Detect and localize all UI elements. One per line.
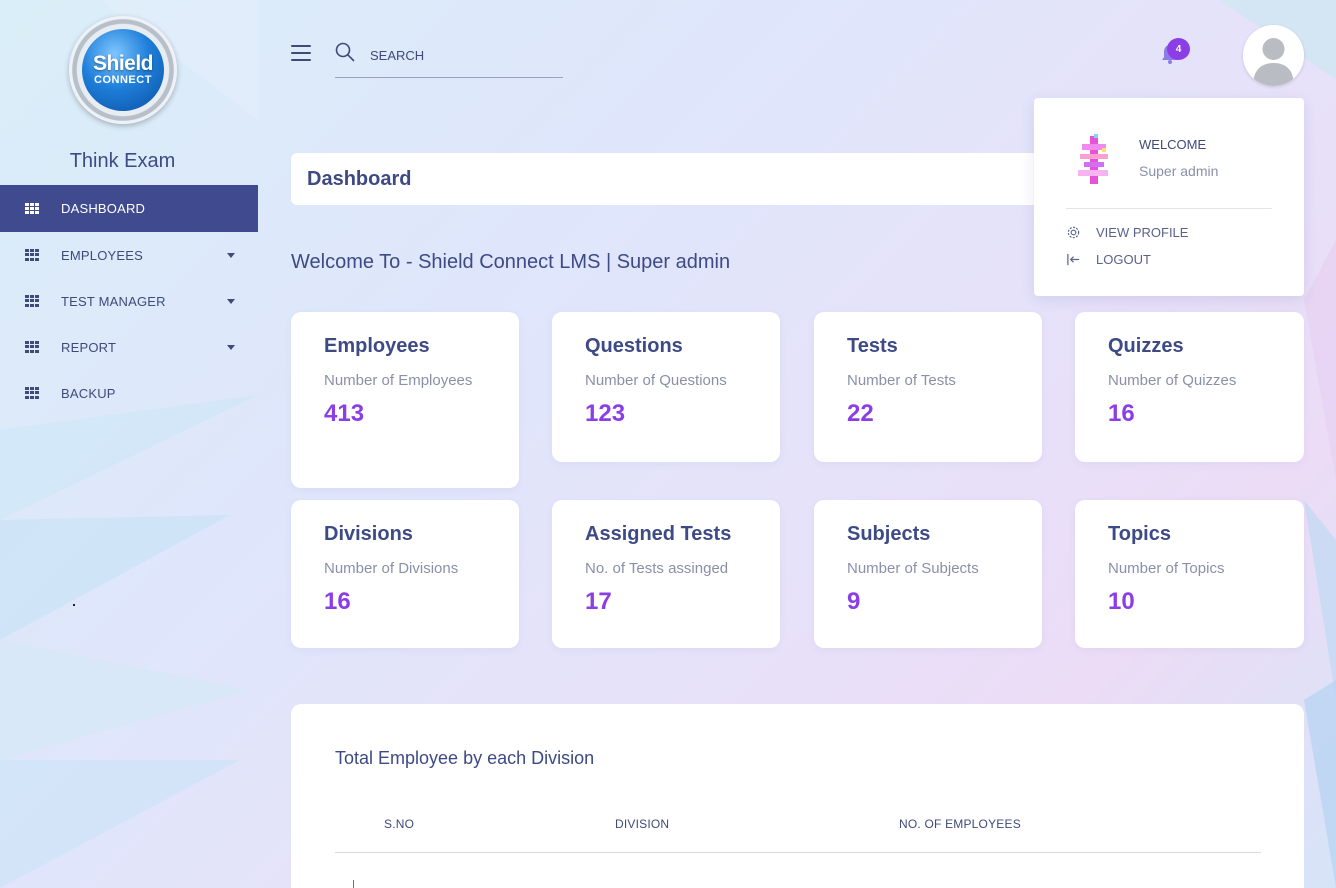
table-title: Total Employee by each Division bbox=[335, 748, 595, 768]
card-subtitle: Number of Divisions bbox=[324, 560, 459, 577]
card-subtitle: Number of Quizzes bbox=[1108, 372, 1237, 389]
stat-card-employees[interactable]: Employees Number of Employees 413 bbox=[291, 312, 519, 488]
logo-emblem: Shield CONNECT bbox=[82, 29, 164, 111]
sidebar-item-label: DASHBOARD bbox=[61, 201, 146, 216]
card-title: Questions bbox=[585, 335, 683, 357]
card-value: 123 bbox=[585, 400, 626, 427]
user-avatar[interactable] bbox=[1243, 25, 1304, 86]
welcome-message: Welcome To - Shield Connect LMS | Super … bbox=[291, 251, 731, 273]
caret-down-icon bbox=[227, 344, 235, 350]
search-box bbox=[335, 40, 563, 78]
sidebar-item-test-manager[interactable]: TEST MANAGER bbox=[0, 278, 258, 324]
card-title: Divisions bbox=[324, 523, 413, 545]
sidebar-item-label: REPORT bbox=[61, 339, 117, 355]
sidebar-item-report[interactable]: REPORT bbox=[0, 324, 258, 370]
notification-badge[interactable]: 4 bbox=[1167, 38, 1190, 60]
card-value: 17 bbox=[585, 588, 612, 615]
shield-connect-logo[interactable]: Shield CONNECT bbox=[69, 16, 177, 124]
stat-card-subjects[interactable]: Subjects Number of Subjects 9 bbox=[814, 500, 1042, 648]
column-header-division[interactable]: DIVISION bbox=[615, 817, 669, 831]
sidebar-item-label: BACKUP bbox=[61, 385, 116, 401]
card-value: 9 bbox=[847, 588, 861, 615]
grid-icon bbox=[25, 295, 39, 307]
card-subtitle: Number of Employees bbox=[324, 372, 473, 389]
column-header-employee-count[interactable]: NO. OF EMPLOYEES bbox=[899, 817, 1021, 831]
card-subtitle: Number of Questions bbox=[585, 372, 727, 389]
view-profile-label: VIEW PROFILE bbox=[1096, 225, 1189, 240]
card-value: 16 bbox=[324, 588, 351, 615]
card-value: 10 bbox=[1108, 588, 1135, 615]
card-title: Topics bbox=[1108, 523, 1171, 545]
stat-card-quizzes[interactable]: Quizzes Number of Quizzes 16 bbox=[1075, 312, 1304, 462]
card-title: Employees bbox=[324, 335, 430, 357]
profile-welcome: WELCOME bbox=[1139, 137, 1207, 152]
profile-avatar-icon bbox=[1078, 134, 1108, 184]
gear-icon bbox=[1067, 226, 1080, 239]
caret-down-icon bbox=[227, 298, 235, 304]
division-table-card: Total Employee by each Division S.NO DIV… bbox=[291, 704, 1304, 888]
logout-label: LOGOUT bbox=[1096, 252, 1151, 267]
sidebar-nav: DASHBOARD EMPLOYEES TEST MANAGER REPORT … bbox=[0, 185, 258, 416]
stat-card-assigned-tests[interactable]: Assigned Tests No. of Tests assinged 17 bbox=[552, 500, 780, 648]
sidebar-item-label: EMPLOYEES bbox=[61, 247, 143, 263]
profile-user-name: Super admin bbox=[1139, 163, 1219, 179]
card-title: Subjects bbox=[847, 523, 931, 545]
table-row-edge bbox=[353, 880, 354, 888]
card-value: 16 bbox=[1108, 400, 1135, 427]
menu-toggle-icon[interactable] bbox=[291, 45, 311, 61]
search-icon[interactable] bbox=[335, 42, 355, 62]
grid-icon bbox=[25, 341, 39, 353]
card-title: Tests bbox=[847, 335, 898, 357]
logout-link[interactable]: LOGOUT bbox=[1066, 252, 1151, 267]
card-subtitle: Number of Tests bbox=[847, 372, 956, 389]
stat-card-divisions[interactable]: Divisions Number of Divisions 16 bbox=[291, 500, 519, 648]
sidebar-item-backup[interactable]: BACKUP bbox=[0, 370, 258, 416]
sidebar-item-label: TEST MANAGER bbox=[61, 293, 166, 309]
card-value: 413 bbox=[324, 400, 365, 427]
logo-text-line2: CONNECT bbox=[94, 73, 152, 86]
page-title: Dashboard bbox=[307, 167, 412, 190]
search-input[interactable] bbox=[370, 44, 560, 66]
caret-down-icon bbox=[227, 252, 235, 258]
stat-card-topics[interactable]: Topics Number of Topics 10 bbox=[1075, 500, 1304, 648]
logout-icon bbox=[1067, 253, 1080, 266]
stat-card-tests[interactable]: Tests Number of Tests 22 bbox=[814, 312, 1042, 462]
stat-card-questions[interactable]: Questions Number of Questions 123 bbox=[552, 312, 780, 462]
grid-icon bbox=[25, 249, 39, 261]
card-value: 22 bbox=[847, 400, 874, 427]
card-title: Quizzes bbox=[1108, 335, 1184, 357]
logo-text-line1: Shield bbox=[92, 51, 154, 75]
profile-dropdown: WELCOME Super admin VIEW PROFILE LOGOUT bbox=[1034, 98, 1304, 296]
view-profile-link[interactable]: VIEW PROFILE bbox=[1066, 225, 1188, 240]
card-subtitle: Number of Subjects bbox=[847, 560, 979, 577]
card-subtitle: No. of Tests assinged bbox=[585, 560, 729, 577]
sidebar-item-employees[interactable]: EMPLOYEES bbox=[0, 232, 258, 278]
sidebar-item-dashboard[interactable]: DASHBOARD bbox=[0, 185, 258, 232]
card-subtitle: Number of Topics bbox=[1108, 560, 1225, 577]
stray-dot bbox=[73, 604, 75, 606]
column-header-sno[interactable]: S.NO bbox=[384, 817, 414, 831]
user-silhouette-icon bbox=[1243, 25, 1304, 86]
card-title: Assigned Tests bbox=[585, 523, 732, 545]
table-header-divider bbox=[335, 852, 1261, 853]
sidebar: Shield CONNECT Think Exam DASHBOARD EMPL… bbox=[0, 0, 258, 888]
grid-icon bbox=[25, 387, 39, 399]
divider bbox=[1066, 208, 1272, 209]
app-name: Think Exam bbox=[69, 150, 176, 172]
grid-icon bbox=[25, 202, 39, 215]
